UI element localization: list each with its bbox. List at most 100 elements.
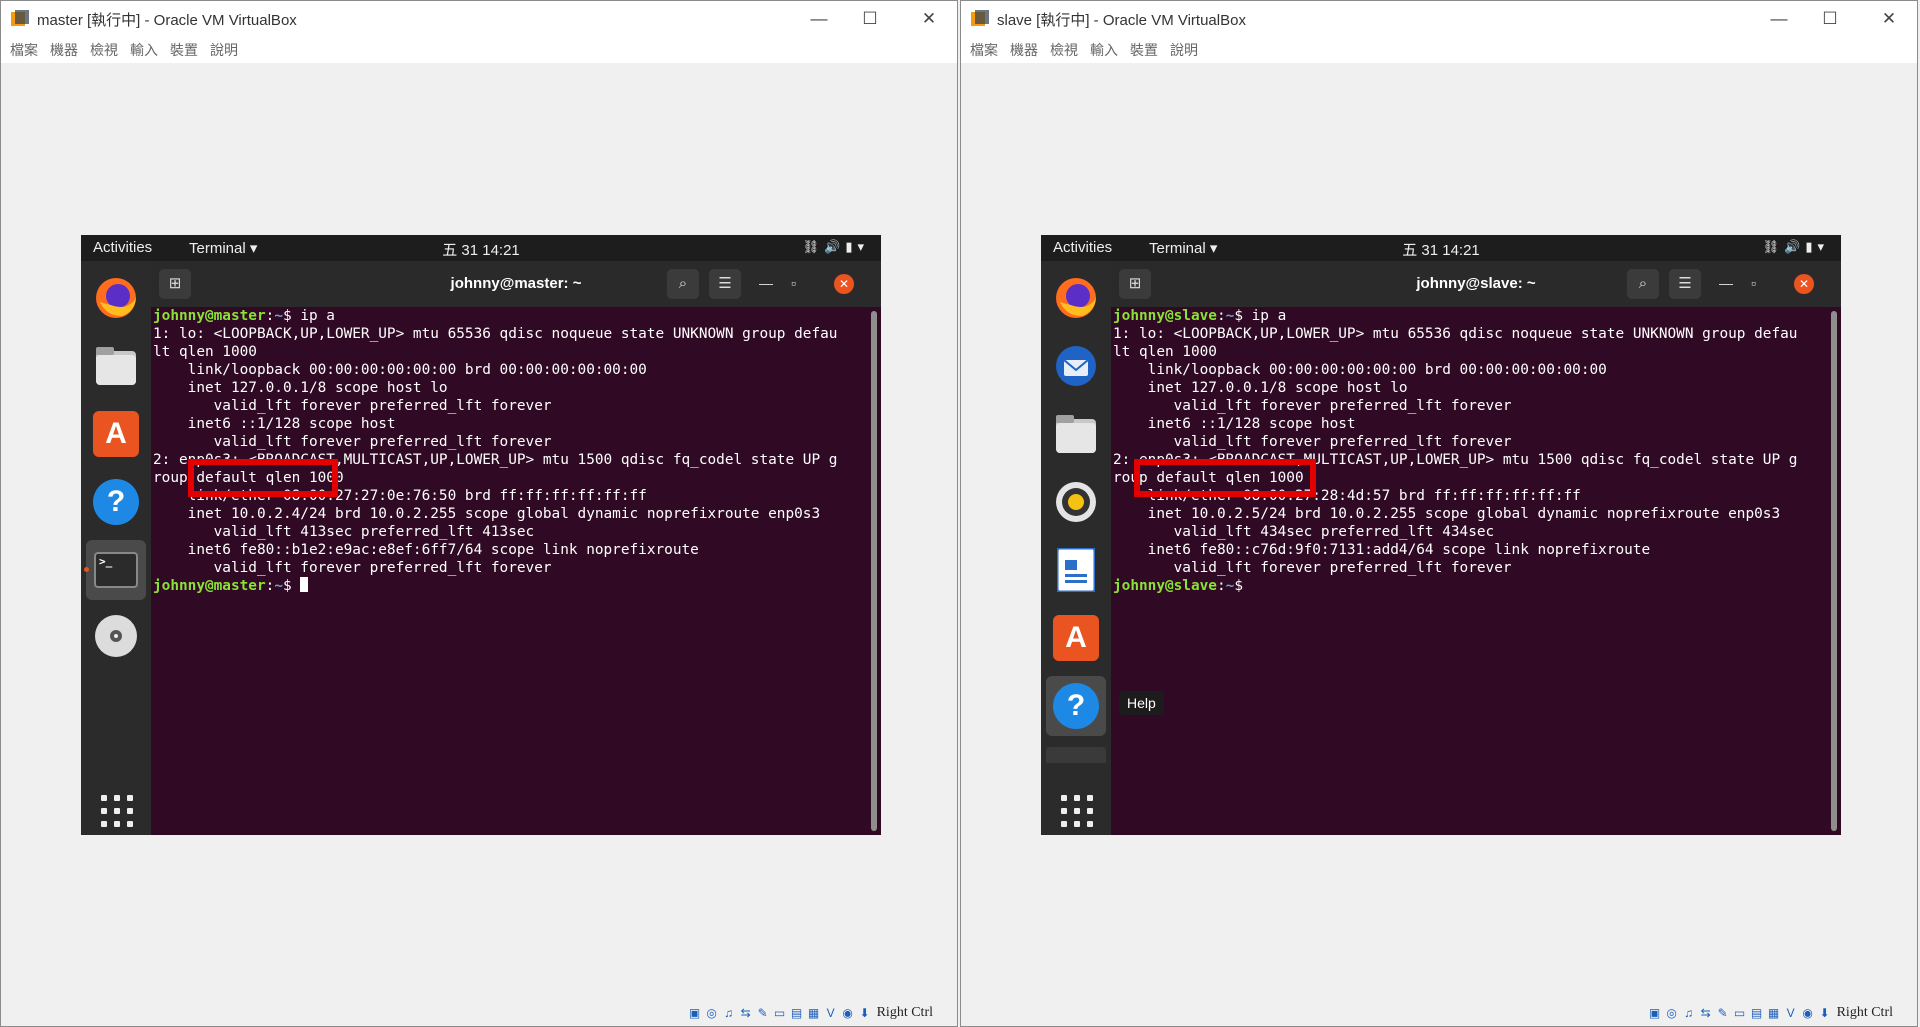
- activities-button[interactable]: Activities: [1053, 239, 1112, 256]
- scrollbar-thumb[interactable]: [871, 311, 877, 831]
- battery-icon: ▮: [1805, 239, 1818, 254]
- output-line: valid_lft 413sec preferred_lft 413sec: [153, 524, 535, 540]
- terminal-icon[interactable]: >_: [86, 540, 146, 600]
- search-icon[interactable]: ⌕: [667, 269, 699, 299]
- virtualization-icon[interactable]: V: [823, 1005, 839, 1021]
- minimize-button[interactable]: —: [796, 5, 842, 33]
- audio-icon[interactable]: ♫: [1681, 1005, 1697, 1021]
- menu-bar: 檔案 機器 檢視 輸入 裝置 說明: [961, 37, 1917, 63]
- guest-display[interactable]: Activities Terminal ▾ 五 31 14:21 ⛓🔊▮▾ A …: [1041, 235, 1841, 835]
- scrollbar[interactable]: [871, 311, 877, 831]
- terminal-window[interactable]: ⊞ johnny@slave: ~ ⌕ ☰ — ▫ ✕ johnny@slave…: [1111, 261, 1841, 835]
- volume-icon: 🔊: [824, 239, 846, 254]
- menu-help[interactable]: 說明: [210, 37, 238, 63]
- system-tray[interactable]: ⛓🔊▮▾: [803, 239, 869, 255]
- menu-file[interactable]: 檔案: [10, 37, 38, 63]
- virtualbox-icon: [971, 10, 989, 26]
- display-icon[interactable]: ▤: [1749, 1005, 1765, 1021]
- guest-additions-icon[interactable]: ◉: [1800, 1005, 1816, 1021]
- prompt-path: ~: [274, 308, 283, 324]
- maximize-button[interactable]: ☐: [847, 5, 893, 33]
- usb-icon[interactable]: ✎: [1715, 1005, 1731, 1021]
- audio-icon[interactable]: ♫: [721, 1005, 737, 1021]
- output-line: valid_lft forever preferred_lft forever: [1113, 398, 1512, 414]
- help-icon[interactable]: ?: [1046, 676, 1106, 736]
- show-apps-icon[interactable]: [1061, 795, 1093, 827]
- video-capture-icon[interactable]: ▦: [806, 1005, 822, 1021]
- close-icon[interactable]: ✕: [834, 274, 854, 294]
- menu-devices[interactable]: 裝置: [170, 37, 198, 63]
- clock[interactable]: 五 31 14:21: [1402, 239, 1480, 260]
- maximize-button[interactable]: ☐: [1807, 5, 1853, 33]
- terminal-window[interactable]: ⊞ johnny@master: ~ ⌕ ☰ — ▫ ✕ johnny@mast…: [151, 261, 881, 835]
- software-icon[interactable]: A: [93, 411, 139, 457]
- menu-machine[interactable]: 機器: [1010, 37, 1038, 63]
- menu-view[interactable]: 檢視: [1050, 37, 1078, 63]
- hamburger-menu-icon[interactable]: ☰: [709, 269, 741, 299]
- mouse-integration-icon[interactable]: ⬇: [857, 1005, 873, 1021]
- terminal-output[interactable]: johnny@master:~$ ip a 1: lo: <LOOPBACK,UP…: [153, 307, 867, 827]
- scrollbar-thumb[interactable]: [1831, 311, 1837, 831]
- hamburger-menu-icon[interactable]: ☰: [1669, 269, 1701, 299]
- menu-input[interactable]: 輸入: [1090, 37, 1118, 63]
- minimize-icon[interactable]: —: [759, 275, 773, 291]
- window-titlebar[interactable]: slave [執行中] - Oracle VM VirtualBox — ☐ ✕: [961, 1, 1917, 37]
- search-icon[interactable]: ⌕: [1627, 269, 1659, 299]
- menu-machine[interactable]: 機器: [50, 37, 78, 63]
- firefox-icon[interactable]: [93, 275, 139, 321]
- clock[interactable]: 五 31 14:21: [442, 239, 520, 260]
- hard-disk-icon[interactable]: ▣: [687, 1005, 703, 1021]
- display-icon[interactable]: ▤: [789, 1005, 805, 1021]
- help-icon[interactable]: ?: [93, 479, 139, 525]
- guest-display[interactable]: Activities Terminal ▾ 五 31 14:21 ⛓🔊▮▾ A …: [81, 235, 881, 835]
- menu-input[interactable]: 輸入: [130, 37, 158, 63]
- optical-drive-icon[interactable]: ◎: [704, 1005, 720, 1021]
- optical-drive-icon[interactable]: ◎: [1664, 1005, 1680, 1021]
- software-icon[interactable]: A: [1053, 615, 1099, 661]
- app-menu[interactable]: Terminal ▾: [1149, 239, 1217, 257]
- virtualization-icon[interactable]: V: [1783, 1005, 1799, 1021]
- thunderbird-icon[interactable]: [1053, 343, 1099, 389]
- network-adapter-icon[interactable]: ⇆: [1698, 1005, 1714, 1021]
- menu-view[interactable]: 檢視: [90, 37, 118, 63]
- show-apps-icon[interactable]: [101, 795, 133, 827]
- prompt-user: johnny@master: [153, 578, 266, 594]
- terminal-output[interactable]: johnny@slave:~$ ip a 1: lo: <LOOPBACK,UP,…: [1113, 307, 1827, 827]
- menu-devices[interactable]: 裝置: [1130, 37, 1158, 63]
- prompt-user: johnny@master: [153, 308, 266, 324]
- menu-help[interactable]: 說明: [1170, 37, 1198, 63]
- window-titlebar[interactable]: master [執行中] - Oracle VM VirtualBox — ☐ …: [1, 1, 957, 37]
- system-tray[interactable]: ⛓🔊▮▾: [1763, 239, 1829, 255]
- maximize-icon[interactable]: ▫: [791, 275, 796, 291]
- output-line: inet 10.0.2.4/24 brd 10.0.2.255 scope gl…: [153, 506, 821, 522]
- close-button[interactable]: ✕: [906, 5, 952, 33]
- files-icon[interactable]: [93, 343, 139, 389]
- running-indicator: [84, 567, 89, 572]
- shared-folders-icon[interactable]: ▭: [772, 1005, 788, 1021]
- activities-button[interactable]: Activities: [93, 239, 152, 256]
- close-icon[interactable]: ✕: [1794, 274, 1814, 294]
- minimize-icon[interactable]: —: [1719, 275, 1733, 291]
- firefox-icon[interactable]: [1053, 275, 1099, 321]
- close-button[interactable]: ✕: [1866, 5, 1912, 33]
- app-menu[interactable]: Terminal ▾: [189, 239, 257, 257]
- video-capture-icon[interactable]: ▦: [1766, 1005, 1782, 1021]
- battery-icon: ▮: [845, 239, 858, 254]
- terminal-icon[interactable]: [1046, 747, 1106, 763]
- command-text: ip a: [1242, 308, 1287, 324]
- libreoffice-writer-icon[interactable]: [1053, 547, 1099, 593]
- hard-disk-icon[interactable]: ▣: [1647, 1005, 1663, 1021]
- guest-additions-icon[interactable]: ◉: [840, 1005, 856, 1021]
- mouse-integration-icon[interactable]: ⬇: [1817, 1005, 1833, 1021]
- menu-file[interactable]: 檔案: [970, 37, 998, 63]
- minimize-button[interactable]: —: [1756, 5, 1802, 33]
- rhythmbox-icon[interactable]: [1053, 479, 1099, 525]
- disc-icon[interactable]: [93, 613, 139, 659]
- shared-folders-icon[interactable]: ▭: [1732, 1005, 1748, 1021]
- output-line: inet 127.0.0.1/8 scope host lo: [153, 380, 448, 396]
- files-icon[interactable]: [1053, 411, 1099, 457]
- scrollbar[interactable]: [1831, 311, 1837, 831]
- maximize-icon[interactable]: ▫: [1751, 275, 1756, 291]
- usb-icon[interactable]: ✎: [755, 1005, 771, 1021]
- network-adapter-icon[interactable]: ⇆: [738, 1005, 754, 1021]
